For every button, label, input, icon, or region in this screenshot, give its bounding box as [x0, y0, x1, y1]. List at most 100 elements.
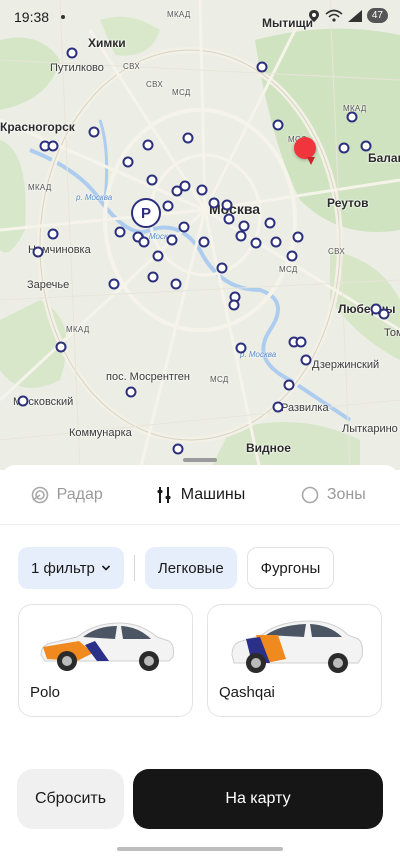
car-marker[interactable]: [360, 140, 372, 152]
map-label-reutov: Реутов: [327, 196, 369, 210]
category-chip-vans[interactable]: Фургоны: [246, 547, 335, 589]
car-marker[interactable]: [152, 250, 164, 262]
car-marker[interactable]: [272, 119, 284, 131]
car-marker[interactable]: [47, 140, 59, 152]
location-pin-icon[interactable]: [294, 137, 316, 159]
road-label-mkad-3: МКАД: [28, 183, 52, 192]
car-marker[interactable]: [250, 237, 262, 249]
car-model-cards: Polo Qashqai: [18, 604, 382, 717]
filter-chips: 1 фильтр Легковые Фургоны: [18, 547, 335, 589]
car-marker[interactable]: [114, 226, 126, 238]
road-label-svh: СВХ: [123, 62, 140, 71]
car-card-polo[interactable]: Polo: [18, 604, 193, 717]
tab-zones-label: Зоны: [326, 485, 366, 503]
car-marker[interactable]: [171, 185, 183, 197]
car-marker[interactable]: [221, 199, 233, 211]
reset-button[interactable]: Сбросить: [17, 769, 124, 829]
car-marker[interactable]: [216, 262, 228, 274]
car-marker[interactable]: [295, 336, 307, 348]
road-label-mcd-3: МСД: [210, 375, 229, 384]
map-view[interactable]: Химки Мытищи Путилково Красногорск Москв…: [0, 0, 400, 470]
car-sedan-image: [40, 622, 174, 671]
car-marker[interactable]: [228, 299, 240, 311]
car-marker[interactable]: [196, 184, 208, 196]
car-card-qashqai[interactable]: Qashqai: [207, 604, 382, 717]
car-marker[interactable]: [235, 230, 247, 242]
map-label-putilkovo: Путилково: [50, 62, 104, 74]
tab-radar-label: Радар: [56, 485, 103, 503]
car-marker[interactable]: [208, 197, 220, 209]
river-label-moskva: р. Москва: [76, 193, 113, 202]
to-map-button[interactable]: На карту: [133, 769, 383, 829]
road-label-svh-3: СВХ: [328, 247, 345, 256]
tab-radar[interactable]: Радар: [0, 465, 133, 524]
car-marker[interactable]: [146, 174, 158, 186]
car-marker[interactable]: [122, 156, 134, 168]
car-marker[interactable]: [182, 132, 194, 144]
car-marker[interactable]: [125, 386, 137, 398]
tab-zones[interactable]: Зоны: [267, 465, 400, 524]
category-chip-passenger[interactable]: Легковые: [144, 547, 237, 589]
car-suv-image: [231, 620, 363, 673]
tab-cars[interactable]: Машины: [133, 465, 266, 524]
car-marker[interactable]: [55, 341, 67, 353]
map-label-dzerzhinsky: Дзержинский: [312, 359, 380, 371]
car-marker[interactable]: [270, 236, 282, 248]
car-marker[interactable]: [264, 217, 276, 229]
car-marker[interactable]: [346, 111, 358, 123]
notification-dot-icon: [61, 15, 65, 19]
map-label-zarechye: Заречье: [27, 279, 70, 291]
car-card-name: Qashqai: [219, 684, 275, 701]
filter-count-label: 1 фильтр: [31, 559, 95, 577]
car-marker[interactable]: [166, 234, 178, 246]
circle-icon: [301, 486, 319, 503]
tab-cars-label: Машины: [180, 485, 246, 503]
car-marker[interactable]: [138, 236, 150, 248]
car-marker[interactable]: [47, 228, 59, 240]
parking-marker[interactable]: P: [131, 198, 161, 228]
chip-divider: [133, 555, 135, 581]
car-marker[interactable]: [162, 200, 174, 212]
car-marker[interactable]: [292, 231, 304, 243]
map-label-vidnoe: Видное: [246, 441, 291, 455]
car-marker[interactable]: [272, 401, 284, 413]
road-label-mcd-4: МСД: [279, 265, 298, 274]
road-label-mkad-4: МКАД: [66, 325, 90, 334]
car-marker[interactable]: [198, 236, 210, 248]
car-marker[interactable]: [378, 308, 390, 320]
car-marker[interactable]: [32, 246, 44, 258]
car-marker[interactable]: [338, 142, 350, 154]
radar-icon: [31, 486, 48, 503]
car-marker[interactable]: [142, 139, 154, 151]
wifi-icon: [325, 9, 343, 22]
car-marker[interactable]: [286, 250, 298, 262]
car-marker[interactable]: [256, 61, 268, 73]
car-marker[interactable]: [235, 342, 247, 354]
car-marker[interactable]: [17, 395, 29, 407]
map-label-lytkarino: Лыткарино: [342, 423, 398, 435]
map-label-mosrentgen: пос. Мосрентген: [106, 371, 190, 383]
car-marker[interactable]: [170, 278, 182, 290]
sheet-grabber[interactable]: [183, 458, 217, 462]
location-status-icon: [308, 9, 319, 22]
home-indicator[interactable]: [117, 847, 283, 851]
car-marker[interactable]: [283, 379, 295, 391]
car-marker[interactable]: [172, 443, 184, 455]
car-marker[interactable]: [223, 213, 235, 225]
map-label-tom: Том: [384, 327, 400, 339]
car-marker[interactable]: [66, 47, 78, 59]
map-label-khimki: Химки: [88, 36, 126, 50]
car-marker[interactable]: [88, 126, 100, 138]
mode-tabs: Радар Машины Зоны: [0, 465, 400, 525]
river-label-moskva-3: р. Москва: [240, 350, 277, 359]
battery-indicator: 47: [366, 8, 388, 23]
road-label-svh-2: СВХ: [146, 80, 163, 89]
map-label-kommunarka: Коммунарка: [69, 427, 132, 439]
status-time: 19:38: [14, 9, 50, 25]
car-marker[interactable]: [108, 278, 120, 290]
car-marker[interactable]: [178, 221, 190, 233]
car-marker[interactable]: [147, 271, 159, 283]
map-label-razvilka: Развилка: [281, 402, 329, 414]
car-marker[interactable]: [300, 354, 312, 366]
filter-dropdown-button[interactable]: 1 фильтр: [18, 547, 124, 589]
